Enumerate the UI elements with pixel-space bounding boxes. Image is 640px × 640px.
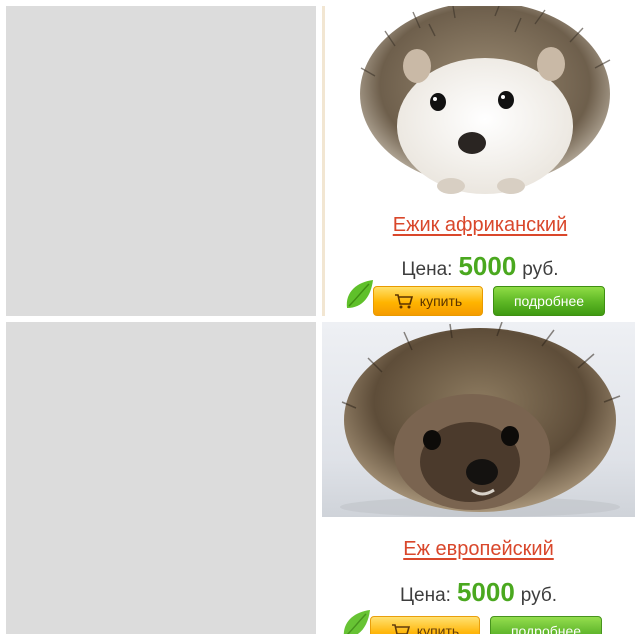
product-grid: Ежик африканский Цена: 5000 руб. купить по… xyxy=(0,0,640,640)
buy-button[interactable]: купить xyxy=(370,616,480,634)
image-placeholder xyxy=(6,322,316,634)
price-value: 5000 xyxy=(458,251,517,281)
image-placeholder xyxy=(6,6,316,316)
product-card: Ежик африканский Цена: 5000 руб. купить по… xyxy=(322,6,635,316)
action-buttons: купить подробнее xyxy=(346,280,631,316)
product-photo[interactable] xyxy=(322,322,635,517)
hedgehog-image xyxy=(360,6,611,194)
leaf-icon xyxy=(346,280,373,308)
cart-icon xyxy=(394,294,413,309)
price-label: Цена: xyxy=(401,259,453,280)
price-value: 5000 xyxy=(456,577,515,607)
price-currency: руб. xyxy=(520,585,558,606)
details-button[interactable]: подробнее xyxy=(493,286,605,316)
buy-button[interactable]: купить xyxy=(373,286,483,316)
product-photo[interactable] xyxy=(325,6,635,196)
leaf-icon xyxy=(343,610,370,634)
details-button[interactable]: подробнее xyxy=(490,616,602,634)
buy-button-label: купить xyxy=(419,293,463,309)
details-button-label: подробнее xyxy=(510,623,582,634)
price-line: Цена: 5000 руб. xyxy=(322,577,635,608)
product-name-link[interactable]: Ежик африканский xyxy=(325,214,635,237)
cart-icon xyxy=(391,624,410,634)
details-button-label: подробнее xyxy=(513,293,585,309)
price-label: Цена: xyxy=(399,585,451,606)
action-buttons: купить подробнее xyxy=(343,610,628,634)
price-currency: руб. xyxy=(522,259,559,280)
product-name-link[interactable]: Еж европейский xyxy=(322,538,635,561)
buy-button-label: купить xyxy=(416,623,460,634)
hedgehog-image xyxy=(340,322,621,517)
product-card: Еж европейский Цена: 5000 руб. купить подр… xyxy=(322,322,635,634)
